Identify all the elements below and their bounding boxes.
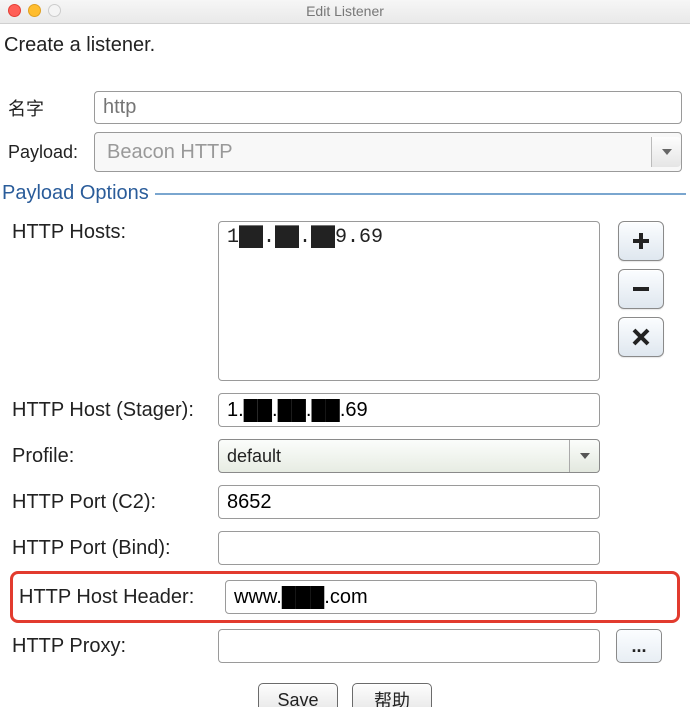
http-hosts-row: HTTP Hosts: 1██.██.██9.69 [4,215,686,387]
chevron-down-icon[interactable] [569,440,599,472]
host-header-highlight: HTTP Host Header: [10,571,680,623]
name-input[interactable] [94,91,682,124]
payload-options-legend: Payload Options [2,182,155,205]
bottom-bar: Save 帮助 [0,669,690,707]
name-label: 名字 [8,95,86,121]
close-window-button[interactable] [8,4,21,17]
payload-row: Payload: Beacon HTTP [0,128,690,176]
chevron-down-icon[interactable] [651,137,681,167]
titlebar: Edit Listener [0,0,690,24]
host-header-row: HTTP Host Header: [17,578,673,616]
stager-row: HTTP Host (Stager): [4,387,686,433]
profile-select-value: default [227,446,281,467]
save-button[interactable]: Save [258,683,338,707]
payload-select-value: Beacon HTTP [103,139,237,166]
zoom-window-button[interactable] [48,4,61,17]
stager-label: HTTP Host (Stager): [12,399,212,422]
port-c2-label: HTTP Port (C2): [12,491,212,514]
close-icon [631,327,651,347]
minimize-window-button[interactable] [28,4,41,17]
payload-options-group: Payload Options HTTP Hosts: 1██.██.██9.6… [4,182,686,669]
window-controls [8,4,61,17]
host-header-input[interactable] [225,580,597,614]
name-row: 名字 [0,87,690,128]
proxy-input[interactable] [218,629,600,663]
instruction-text: Create a listener. [0,24,690,87]
proxy-row: HTTP Proxy: ... [4,623,686,669]
http-hosts-textarea[interactable]: 1██.██.██9.69 [218,221,600,381]
port-bind-label: HTTP Port (Bind): [12,537,212,560]
remove-host-button[interactable] [618,269,664,309]
stager-input[interactable] [218,393,600,427]
profile-row: Profile: default [4,433,686,479]
port-c2-row: HTTP Port (C2): [4,479,686,525]
help-button[interactable]: 帮助 [352,683,432,707]
port-bind-input[interactable] [218,531,600,565]
host-header-label: HTTP Host Header: [19,586,219,609]
clear-hosts-button[interactable] [618,317,664,357]
minus-icon [631,279,651,299]
proxy-label: HTTP Proxy: [12,635,212,658]
port-c2-input[interactable] [218,485,600,519]
proxy-browse-button[interactable]: ... [616,629,662,663]
payload-label: Payload: [8,142,86,163]
profile-label: Profile: [12,445,212,468]
window-title: Edit Listener [306,3,384,19]
http-hosts-buttons [618,221,664,357]
profile-select[interactable]: default [218,439,600,473]
add-host-button[interactable] [618,221,664,261]
port-bind-row: HTTP Port (Bind): [4,525,686,571]
payload-select[interactable]: Beacon HTTP [94,132,682,172]
http-hosts-label: HTTP Hosts: [12,221,212,244]
plus-icon [631,231,651,251]
